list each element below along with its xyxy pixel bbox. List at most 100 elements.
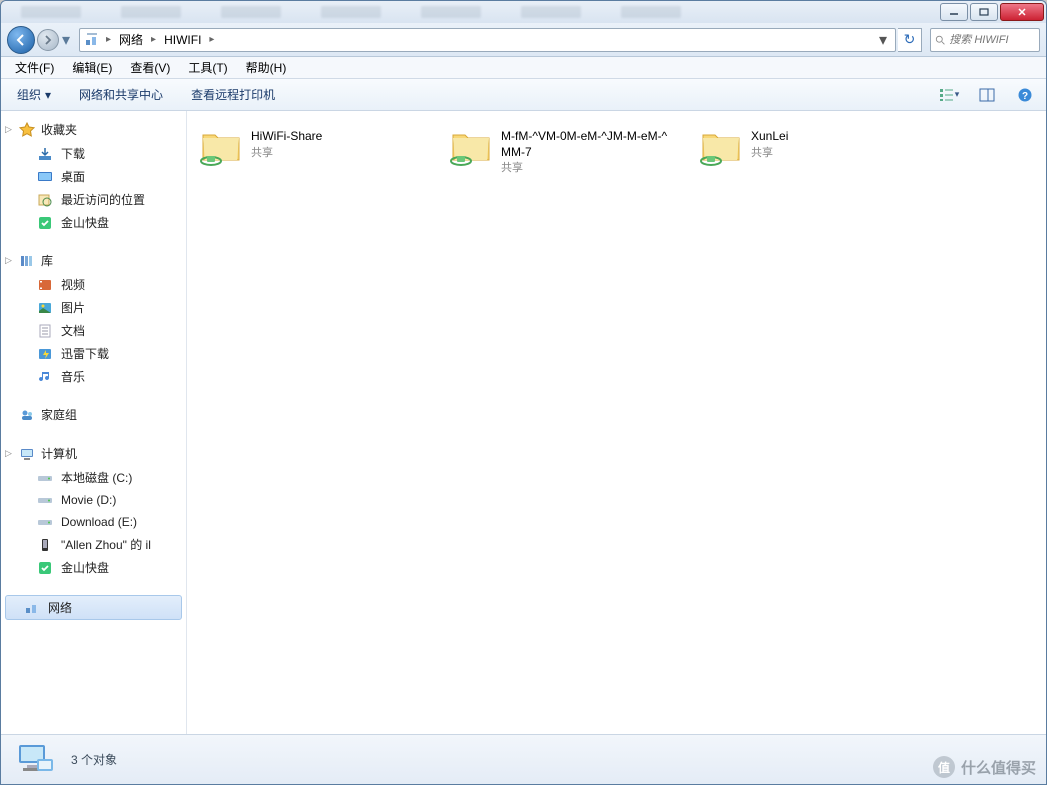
chevron-right-icon[interactable]: ▸ (106, 34, 111, 45)
sidebar-item-recent[interactable]: 最近访问的位置 (1, 188, 186, 211)
sidebar-favorites: ▷ 收藏夹 下载 桌面 最近访问的位置 金山快盘 (1, 119, 186, 234)
document-icon (37, 323, 53, 339)
titlebar (1, 1, 1046, 23)
thunder-icon (37, 346, 53, 362)
nav-buttons: ▾ (7, 26, 73, 54)
drive-icon (37, 470, 53, 486)
address-bar[interactable]: ▸ 网络 ▸ HIWIFI ▸ ▾ (79, 28, 896, 52)
breadcrumb-item[interactable]: HIWIFI (162, 31, 203, 49)
maximize-button[interactable] (970, 3, 998, 21)
organize-button[interactable]: 组织 ▾ (9, 82, 59, 107)
folder-name: HiWiFi-Share (251, 129, 322, 145)
sidebar-item-kanbox2[interactable]: 金山快盘 (1, 556, 186, 579)
folder-subtitle: 共享 (751, 146, 788, 160)
chevron-down-icon: ▾ (45, 88, 51, 102)
download-icon (37, 146, 53, 162)
search-box[interactable] (930, 28, 1040, 52)
minimize-button[interactable] (940, 3, 968, 21)
desktop-icon (37, 169, 53, 185)
sidebar-label: 网络 (48, 599, 72, 616)
sidebar-item-drive-d[interactable]: Movie (D:) (1, 489, 186, 511)
collapse-icon: ▷ (5, 124, 12, 135)
preview-pane-button[interactable] (974, 84, 1000, 106)
sidebar-header-homegroup[interactable]: 家庭组 (1, 404, 186, 427)
folder-text: HiWiFi-Share 共享 (251, 127, 322, 160)
sidebar-item-downloads[interactable]: 下载 (1, 142, 186, 165)
menu-tools[interactable]: 工具(T) (180, 57, 235, 78)
search-icon (935, 34, 945, 46)
address-dropdown[interactable]: ▾ (875, 30, 891, 50)
device-icon (37, 537, 53, 553)
chevron-right-icon[interactable]: ▸ (209, 34, 214, 45)
computer-icon (19, 446, 35, 462)
breadcrumb-item[interactable]: 网络 (117, 29, 145, 50)
help-button[interactable]: ? (1012, 84, 1038, 106)
sidebar-header-libraries[interactable]: ▷ 库 (1, 250, 186, 273)
search-input[interactable] (949, 34, 1035, 46)
status-text: 3 个对象 (71, 751, 117, 768)
chevron-right-icon[interactable]: ▸ (151, 34, 156, 45)
menu-edit[interactable]: 编辑(E) (64, 57, 120, 78)
recent-icon (37, 192, 53, 208)
content-pane[interactable]: HiWiFi-Share 共享 M-fM-^VM-0M-eM-^JM-M-eM-… (187, 111, 1046, 734)
collapse-icon: ▷ (5, 255, 12, 266)
shared-folder-icon (699, 127, 743, 167)
sidebar-item-drive-c[interactable]: 本地磁盘 (C:) (1, 466, 186, 489)
network-icon (24, 600, 40, 616)
network-computer-icon (13, 741, 57, 779)
sidebar-item-music[interactable]: 音乐 (1, 365, 186, 388)
history-dropdown[interactable]: ▾ (59, 29, 73, 51)
folder-subtitle: 共享 (501, 161, 671, 175)
toolbar: 组织 ▾ 网络和共享中心 查看远程打印机 ▾ ? (1, 79, 1046, 111)
drive-icon (37, 514, 53, 530)
sidebar-item-documents[interactable]: 文档 (1, 319, 186, 342)
close-button[interactable] (1000, 3, 1044, 21)
refresh-button[interactable]: ↻ (898, 28, 922, 52)
explorer-window: ▾ ▸ 网络 ▸ HIWIFI ▸ ▾ ↻ 文件(F) 编辑(E) 查看(V) … (0, 0, 1047, 785)
back-button[interactable] (7, 26, 35, 54)
body: ▷ 收藏夹 下载 桌面 最近访问的位置 金山快盘 ▷ 库 视频 图片 文档 迅雷… (1, 111, 1046, 734)
menu-file[interactable]: 文件(F) (7, 57, 62, 78)
sidebar: ▷ 收藏夹 下载 桌面 最近访问的位置 金山快盘 ▷ 库 视频 图片 文档 迅雷… (1, 111, 187, 734)
collapse-icon: ▷ (5, 448, 12, 459)
folder-name: M-fM-^VM-0M-eM-^JM-M-eM-^MM-7 (501, 129, 671, 160)
folder-item[interactable]: HiWiFi-Share 共享 (195, 123, 425, 179)
sidebar-item-pictures[interactable]: 图片 (1, 296, 186, 319)
menu-view[interactable]: 查看(V) (122, 57, 178, 78)
forward-button[interactable] (37, 29, 59, 51)
folder-text: XunLei 共享 (751, 127, 788, 160)
sidebar-header-favorites[interactable]: ▷ 收藏夹 (1, 119, 186, 142)
sidebar-header-network[interactable]: 网络 (5, 595, 182, 620)
sidebar-item-device[interactable]: "Allen Zhou" 的 il (1, 533, 186, 556)
sidebar-homegroup: 家庭组 (1, 404, 186, 427)
sidebar-label: 收藏夹 (41, 121, 77, 138)
network-center-button[interactable]: 网络和共享中心 (71, 82, 171, 107)
libraries-icon (19, 253, 35, 269)
folder-item[interactable]: M-fM-^VM-0M-eM-^JM-M-eM-^MM-7 共享 (445, 123, 675, 179)
shared-folder-icon (199, 127, 243, 167)
titlebar-tabs (1, 6, 938, 18)
homegroup-icon (19, 407, 35, 423)
sidebar-item-videos[interactable]: 视频 (1, 273, 186, 296)
sidebar-item-kanbox[interactable]: 金山快盘 (1, 211, 186, 234)
star-icon (19, 122, 35, 138)
sidebar-label: 家庭组 (41, 406, 77, 423)
folder-subtitle: 共享 (251, 146, 322, 160)
view-mode-button[interactable]: ▾ (936, 84, 962, 106)
view-printers-button[interactable]: 查看远程打印机 (183, 82, 283, 107)
network-icon (84, 32, 100, 48)
sidebar-item-drive-e[interactable]: Download (E:) (1, 511, 186, 533)
cloud-disk-icon (37, 560, 53, 576)
music-icon (37, 369, 53, 385)
menu-help[interactable]: 帮助(H) (238, 57, 295, 78)
sidebar-computer: ▷ 计算机 本地磁盘 (C:) Movie (D:) Download (E:)… (1, 443, 186, 579)
sidebar-item-thunder[interactable]: 迅雷下载 (1, 342, 186, 365)
video-icon (37, 277, 53, 293)
sidebar-header-computer[interactable]: ▷ 计算机 (1, 443, 186, 466)
folder-item[interactable]: XunLei 共享 (695, 123, 925, 179)
drive-icon (37, 492, 53, 508)
navbar: ▾ ▸ 网络 ▸ HIWIFI ▸ ▾ ↻ (1, 23, 1046, 57)
statusbar: 3 个对象 (1, 734, 1046, 784)
sidebar-item-desktop[interactable]: 桌面 (1, 165, 186, 188)
cloud-disk-icon (37, 215, 53, 231)
